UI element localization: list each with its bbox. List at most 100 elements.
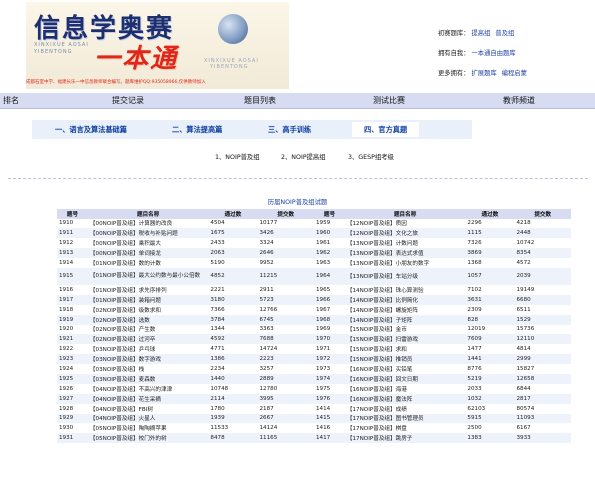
problem-title-link[interactable]: 【17NOIP普及组】跳房子 [344, 433, 466, 444]
nav-submissions[interactable]: 提交记录 [112, 93, 144, 109]
main-navbar: 排名 提交记录 题目列表 测试比赛 教师频道 [0, 93, 595, 109]
problem-title-link[interactable]: 【14NOIP普及组】珠心算测验 [345, 285, 466, 295]
problem-title-link[interactable]: 【00NOIP普及组】计算器的改良 [88, 219, 209, 229]
problem-title-link[interactable]: 【14NOIP普及组】子矩阵 [344, 314, 466, 325]
submit-count: 12780 [259, 385, 278, 392]
table-row: 1910 【00NOIP普及组】计算器的改良 4504 10177 1959 【12NOI… [57, 219, 571, 229]
problem-title-link[interactable]: 【02NOIP普及组】产生数 [88, 325, 209, 335]
problem-title-link[interactable]: 【05NOIP普及组】陶陶摘苹果 [88, 423, 209, 433]
link-puji[interactable]: 普及组 [495, 30, 514, 37]
accepted-count: 12019 [467, 326, 486, 333]
problem-title-link[interactable]: 【17NOIP普及组】图书管理员 [344, 413, 466, 424]
problem-title-link[interactable]: 【17NOIP普及组】棋盘 [345, 423, 466, 433]
problem-title-link[interactable]: 【12NOIP普及组】质因 [345, 219, 466, 229]
nav-ranking[interactable]: 排名 [3, 93, 19, 109]
side-row-exam-bank: 初赛题库： 提高组 普及组 [438, 24, 588, 44]
problem-id: 1414 [315, 405, 331, 412]
problem-title-link[interactable]: 【05NOIP普及组】校门外的树 [87, 433, 209, 444]
problem-title-link[interactable]: 【03NOIP普及组】乒乓球 [88, 344, 209, 354]
problem-id: 1925 [57, 373, 88, 384]
problem-id: 1970 [313, 334, 345, 345]
tab-expert[interactable]: 三、高手训练 [268, 122, 311, 137]
submit-count: 6745 [257, 314, 314, 325]
problem-title-link[interactable]: 【00NOIP普及组】单词接龙 [87, 248, 209, 259]
problem-title-link[interactable]: 【00NOIP普及组】税收与补贴问题 [87, 228, 209, 239]
problem-title-link[interactable]: 【01NOIP普及组】最大公约数与最小公倍数 [87, 267, 209, 285]
problem-title-link[interactable]: 【16NOIP普及组】魔法阵 [344, 393, 466, 404]
tab-basics[interactable]: 一、语言及算法基础篇 [55, 122, 127, 137]
problem-title-link[interactable]: 【15NOIP普及组】扫雷游戏 [344, 334, 466, 345]
problem-title-link[interactable]: 【12NOIP普及组】文化之旅 [344, 228, 466, 239]
table-row: 1919 【02NOIP普及组】选数 3784 6745 1968 【14NOIP普及组】… [57, 314, 571, 325]
accepted-count: 5915 [465, 413, 515, 424]
problem-id: 1915 [57, 267, 88, 285]
problem-id: 1960 [313, 228, 345, 239]
link-free-bank[interactable]: 一本通自由题库 [472, 50, 516, 57]
submit-count: 14724 [259, 346, 278, 353]
banner-pinyin-left-2: YIBENTONG [34, 49, 73, 55]
problem-title-link[interactable]: 【01NOIP普及组】求先序排列 [88, 285, 209, 295]
submit-count: 3363 [259, 326, 274, 333]
problem-title-link[interactable]: 【03NOIP普及组】数字游戏 [87, 354, 209, 365]
problem-id: 1974 [313, 373, 345, 384]
problem-title-link[interactable]: 【04NOIP普及组】花生采摘 [87, 393, 209, 404]
problem-id: 1963 [315, 260, 331, 266]
side-row-label: 更多拥有： [438, 70, 470, 77]
subtab-noip-tigao[interactable]: 2、NOIP提高组 [281, 152, 326, 161]
submit-count: 2187 [259, 405, 274, 412]
tab-advanced[interactable]: 二、算法提高篇 [172, 122, 222, 137]
subtab-noip-puji[interactable]: 1、NOIP普及组 [215, 152, 260, 161]
submit-count: 9952 [259, 260, 274, 266]
accepted-count: 4771 [210, 346, 225, 353]
problem-title-link[interactable]: 【01NOIP普及组】装箱问题 [87, 294, 209, 305]
problem-title-link[interactable]: 【17NOIP普及组】成绩 [345, 404, 466, 414]
problem-title-link[interactable]: 【13NOIP普及组】小朋友的数字 [345, 258, 466, 268]
accepted-count: 3631 [465, 294, 515, 305]
problem-title-link[interactable]: 【02NOIP普及组】选数 [87, 314, 209, 325]
problem-title-link[interactable]: 【16NOIP普及组】回文日期 [344, 373, 466, 384]
tab-official[interactable]: 四、官方真题 [352, 122, 420, 137]
problem-title-link[interactable]: 【16NOIP普及组】买铅笔 [345, 364, 466, 374]
problem-title-link[interactable]: 【16NOIP普及组】海港 [345, 384, 466, 394]
problem-id: 1912 [59, 240, 74, 247]
submit-count: 2667 [257, 413, 314, 424]
accepted-count: 1939 [208, 413, 258, 424]
problem-title-link[interactable]: 【00NOIP普及组】乘积最大 [88, 238, 209, 248]
problem-id: 1964 [313, 267, 345, 285]
table-row: 1916 【01NOIP普及组】求先序排列 2221 2911 1965 【14NOIP普… [57, 285, 571, 295]
side-row-own: 拥有自我： 一本通自由题库 [438, 44, 588, 64]
problem-title-link[interactable]: 【02NOIP普及组】级数求和 [88, 305, 209, 315]
table-row: 1930 【05NOIP普及组】陶陶摘苹果 11533 14124 1416 【17NOI… [57, 423, 571, 433]
nav-teacher[interactable]: 教师频道 [503, 93, 535, 109]
problem-title-link[interactable]: 【03NOIP普及组】麦森数 [87, 373, 209, 384]
problem-title-link[interactable]: 【15NOIP普及组】金币 [345, 325, 466, 335]
link-tigao[interactable]: 提高组 [472, 30, 491, 37]
problem-title-link[interactable]: 【01NOIP普及组】数的计数 [88, 258, 209, 268]
problem-title-link[interactable]: 【04NOIP普及组】不高兴的津津 [88, 384, 209, 394]
problem-title-link[interactable]: 【15NOIP普及组】推销员 [344, 354, 466, 365]
problem-id: 1967 [315, 306, 331, 313]
problem-id: 1911 [57, 228, 88, 239]
header-banner: 信息学奥赛 XINXIXUE AOSAI YIBENTONG 一本通 XINXI… [0, 0, 595, 89]
subtab-gesp[interactable]: 3、GESP组考级 [348, 152, 394, 161]
problem-title-link[interactable]: 【02NOIP普及组】过河卒 [87, 334, 209, 345]
nav-problem-list[interactable]: 题目列表 [244, 93, 276, 109]
problem-title-link[interactable]: 【15NOIP普及组】求和 [345, 344, 466, 354]
table-row: 1924 【03NOIP普及组】栈 2234 3257 1973 【16NOIP普及组】买… [57, 364, 571, 374]
problem-title-link[interactable]: 【04NOIP普及组】火星人 [87, 413, 209, 424]
accepted-count: 1780 [210, 405, 225, 412]
problem-title-link[interactable]: 【14NOIP普及组】螺旋矩阵 [345, 305, 466, 315]
problem-id: 1924 [59, 366, 74, 373]
accepted-count: 1344 [210, 326, 225, 333]
nav-contests[interactable]: 测试比赛 [373, 93, 405, 109]
problem-title-link[interactable]: 【04NOIP普及组】FBI树 [88, 404, 209, 414]
problem-title-link[interactable]: 【03NOIP普及组】栈 [88, 364, 209, 374]
accepted-count: 8478 [208, 433, 258, 444]
problem-title-link[interactable]: 【13NOIP普及组】车站分级 [344, 267, 466, 285]
link-ext-bank[interactable]: 扩展题库 [472, 70, 497, 77]
globe-icon [218, 14, 248, 44]
problem-title-link[interactable]: 【13NOIP普及组】计数问题 [345, 238, 466, 248]
problem-title-link[interactable]: 【14NOIP普及组】比例简化 [344, 294, 466, 305]
problem-title-link[interactable]: 【13NOIP普及组】表达式求值 [344, 248, 466, 259]
link-coding-start[interactable]: 编程启蒙 [502, 70, 527, 77]
